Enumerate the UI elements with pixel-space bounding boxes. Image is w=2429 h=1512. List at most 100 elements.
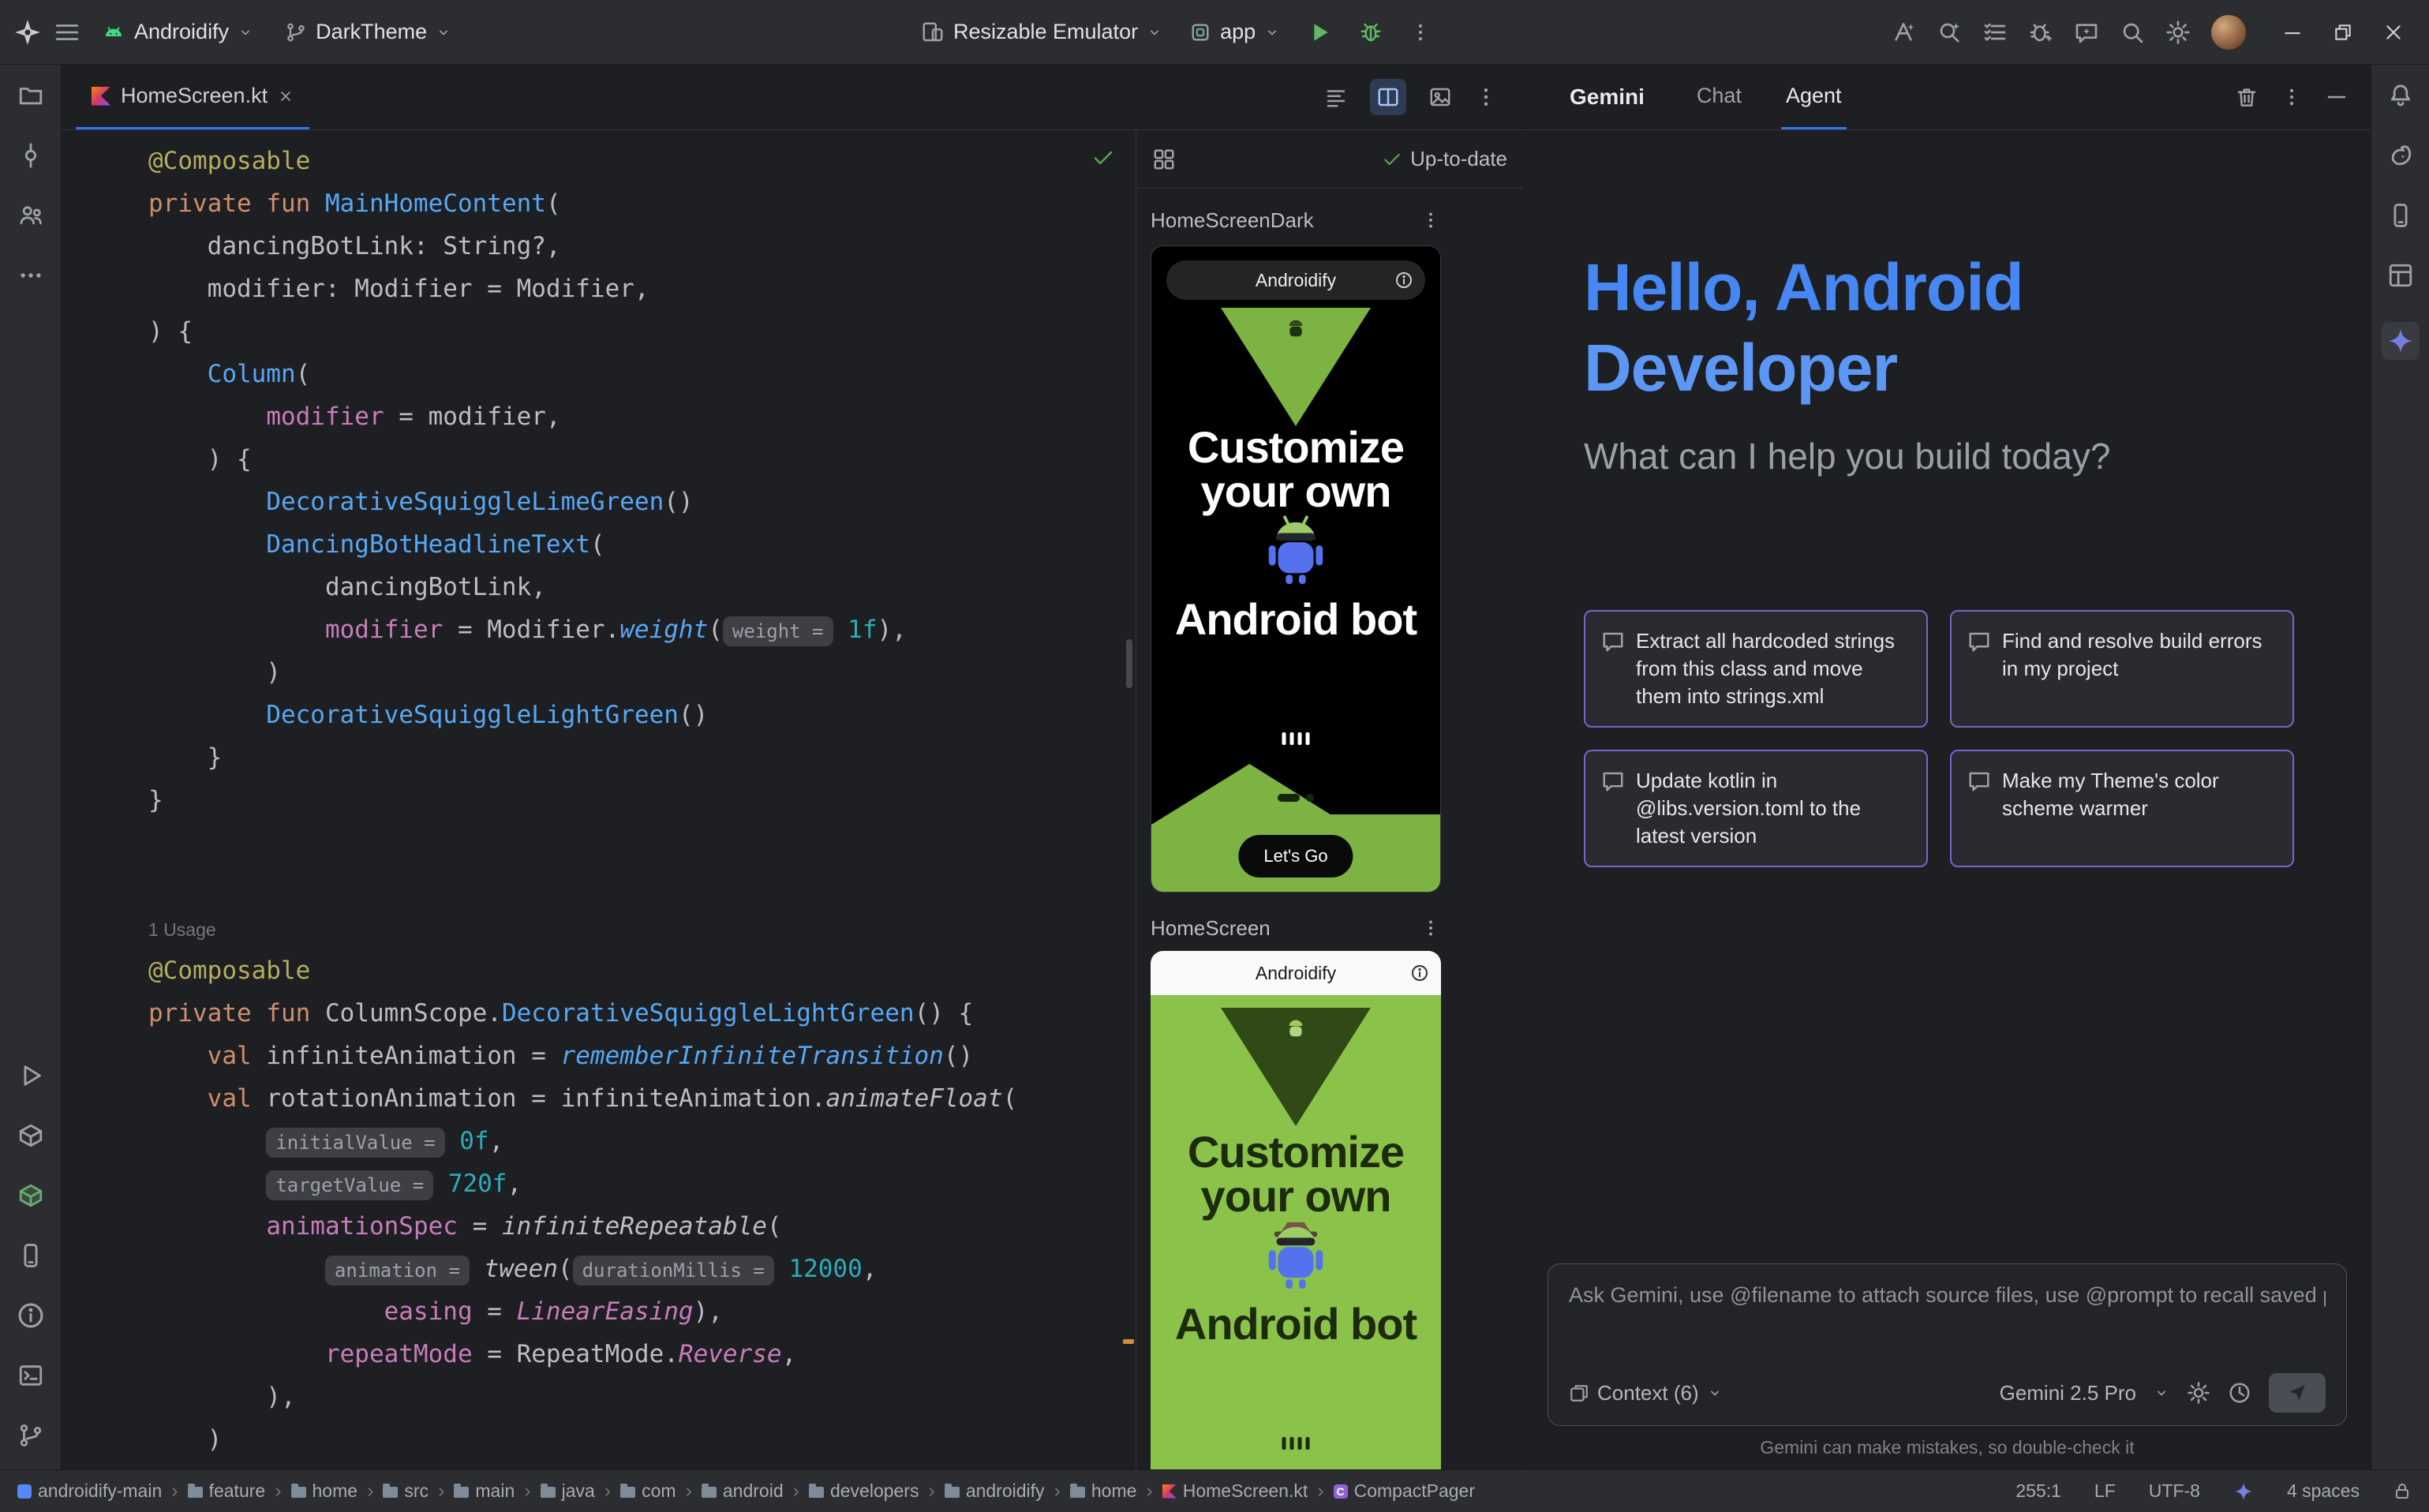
pull-requests-icon[interactable] — [17, 202, 44, 229]
problems-icon[interactable] — [17, 1302, 44, 1329]
preview-toolbar: Up-to-date — [1136, 130, 1523, 189]
user-avatar[interactable] — [2211, 15, 2246, 50]
prompt-icon — [1967, 769, 1991, 793]
layout-inspector-icon[interactable] — [2387, 262, 2414, 289]
chevron-down-icon[interactable] — [2154, 1385, 2169, 1401]
app-insights-bug-icon[interactable] — [2028, 20, 2053, 45]
minimize-icon[interactable] — [2282, 22, 2303, 43]
inspections-ok-icon[interactable] — [1091, 146, 1115, 170]
ai-search-icon[interactable] — [1937, 20, 1962, 45]
gemini-input-placeholder[interactable]: Ask Gemini, use @filename to attach sour… — [1569, 1283, 2326, 1308]
version-control-icon[interactable] — [17, 1422, 44, 1449]
run-button[interactable] — [1297, 13, 1342, 52]
code-line: modifier: Modifier = Modifier, — [148, 268, 1136, 310]
run-configuration-selector[interactable]: app — [1179, 13, 1290, 51]
search-icon[interactable] — [2120, 20, 2145, 45]
preview-app-bar: Androidify — [1166, 260, 1425, 300]
history-clock-icon[interactable] — [2228, 1381, 2251, 1405]
code-view-toggle[interactable] — [1318, 79, 1354, 115]
run-tool-icon[interactable] — [17, 1062, 44, 1089]
model-selector-label[interactable]: Gemini 2.5 Pro — [2000, 1381, 2136, 1405]
project-folder-icon[interactable] — [17, 82, 44, 109]
device-selector[interactable]: Resizable Emulator — [911, 13, 1173, 51]
gradle-icon[interactable] — [2387, 142, 2414, 169]
breadcrumb-item-developers[interactable]: developers — [809, 1480, 919, 1502]
read-lock-icon[interactable] — [2393, 1482, 2412, 1501]
gemini-settings-gear-icon[interactable] — [2187, 1381, 2210, 1405]
breadcrumb-item-CompactPager[interactable]: CCompactPager — [1334, 1480, 1475, 1502]
notifications-bell-icon[interactable] — [2387, 82, 2414, 109]
task-list-icon[interactable] — [1982, 20, 2008, 45]
preview-grid-layout-icon[interactable] — [1152, 148, 1176, 171]
gemini-input-box[interactable]: Ask Gemini, use @filename to attach sour… — [1548, 1263, 2347, 1426]
caret-position[interactable]: 255:1 — [2015, 1480, 2061, 1502]
suggestion-card-build-errors[interactable]: Find and resolve build errors in my proj… — [1950, 610, 2294, 728]
delete-conversation-icon[interactable] — [2235, 85, 2259, 109]
file-encoding[interactable]: UTF-8 — [2149, 1480, 2200, 1502]
close-window-icon[interactable] — [2383, 22, 2404, 43]
run-more-options[interactable] — [1399, 14, 1442, 51]
breadcrumb-item-HomeScreen.kt[interactable]: HomeScreen.kt — [1162, 1480, 1308, 1502]
context-selector[interactable]: Context (6) — [1569, 1381, 1723, 1405]
more-tool-windows-icon[interactable] — [17, 262, 44, 289]
split-view-toggle[interactable] — [1370, 79, 1406, 115]
restore-window-icon[interactable] — [2333, 22, 2353, 43]
line-separator[interactable]: LF — [2094, 1480, 2116, 1502]
breadcrumb-item-com[interactable]: com — [620, 1480, 676, 1502]
tab-agent[interactable]: Agent — [1781, 65, 1847, 129]
preview-homescreen[interactable]: Androidify Customize your own Android bo… — [1151, 951, 1441, 1469]
indent-setting[interactable]: 4 spaces — [2287, 1480, 2360, 1502]
breadcrumb-item-home[interactable]: home — [1070, 1480, 1137, 1502]
code-line: ) { — [148, 310, 1136, 353]
code-content[interactable]: @Composableprivate fun MainHomeContent( … — [62, 130, 1136, 1461]
preview-homescreendark[interactable]: Androidify Customize your own Android bo… — [1151, 245, 1441, 893]
folder-icon — [188, 1487, 203, 1498]
breadcrumb-label: home — [1091, 1480, 1137, 1502]
tab-chat[interactable]: Chat — [1692, 65, 1746, 129]
editor-options-icon[interactable] — [1474, 85, 1498, 109]
main-menu-icon[interactable] — [54, 19, 80, 46]
breadcrumb-item-java[interactable]: java — [541, 1480, 595, 1502]
device-manager-icon[interactable] — [17, 1242, 44, 1269]
suggestion-card-theme-warmer[interactable]: Make my Theme's color scheme warmer — [1950, 750, 2294, 867]
editor-view-modes — [1318, 79, 1509, 115]
device-streaming-icon[interactable] — [1891, 20, 1916, 45]
commit-icon[interactable] — [17, 142, 44, 169]
breadcrumb-item-home[interactable]: home — [291, 1480, 358, 1502]
breadcrumb-separator: › — [438, 1480, 444, 1503]
breadcrumb-item-androidify-main[interactable]: androidify-main — [17, 1480, 162, 1502]
breadcrumb-item-src[interactable]: src — [383, 1480, 429, 1502]
editor-stripe-warning-mark[interactable] — [1123, 1339, 1134, 1344]
lets-go-button[interactable]: Let's Go — [1238, 835, 1353, 878]
close-tab-icon[interactable] — [278, 88, 294, 104]
editor-scrollbar-thumb[interactable] — [1126, 639, 1132, 688]
device-explorer-icon[interactable] — [2387, 202, 2414, 229]
breadcrumb-item-android[interactable]: android — [702, 1480, 784, 1502]
preview-options-icon[interactable] — [1420, 918, 1441, 938]
vcs-branch-selector[interactable]: DarkTheme — [275, 13, 462, 51]
gemini-options-icon[interactable] — [2281, 86, 2303, 108]
breadcrumb-item-feature[interactable]: feature — [188, 1480, 266, 1502]
settings-gear-icon[interactable] — [2165, 20, 2191, 45]
terminal-icon[interactable] — [17, 1362, 44, 1389]
suggestion-card-strings[interactable]: Extract all hardcoded strings from this … — [1584, 610, 1928, 728]
debug-button[interactable] — [1349, 13, 1393, 51]
build-icon[interactable] — [17, 1122, 44, 1149]
send-button[interactable] — [2269, 1373, 2326, 1413]
breadcrumb-item-androidify[interactable]: androidify — [945, 1480, 1045, 1502]
breadcrumb-item-main[interactable]: main — [454, 1480, 515, 1502]
editor-tab-homescreen[interactable]: HomeScreen.kt — [76, 65, 309, 129]
device-name: Resizable Emulator — [953, 20, 1138, 44]
greeting-line-2: Developer — [1584, 327, 2347, 408]
code-editor[interactable]: @Composableprivate fun MainHomeContent( … — [62, 130, 1136, 1469]
ai-status-star-icon[interactable] — [2233, 1481, 2254, 1502]
gemini-chat-icon[interactable] — [2074, 20, 2099, 45]
breadcrumb-label: feature — [209, 1480, 266, 1502]
project-selector[interactable]: Androidify — [92, 13, 264, 51]
preview-options-icon[interactable] — [1420, 210, 1441, 230]
package-icon[interactable] — [17, 1182, 44, 1209]
suggestion-card-update-kotlin[interactable]: Update kotlin in @libs.version.toml to t… — [1584, 750, 1928, 867]
hide-panel-icon[interactable] — [2325, 85, 2349, 109]
design-view-toggle[interactable] — [1422, 79, 1458, 115]
gemini-tool-window-button[interactable] — [2382, 322, 2420, 360]
